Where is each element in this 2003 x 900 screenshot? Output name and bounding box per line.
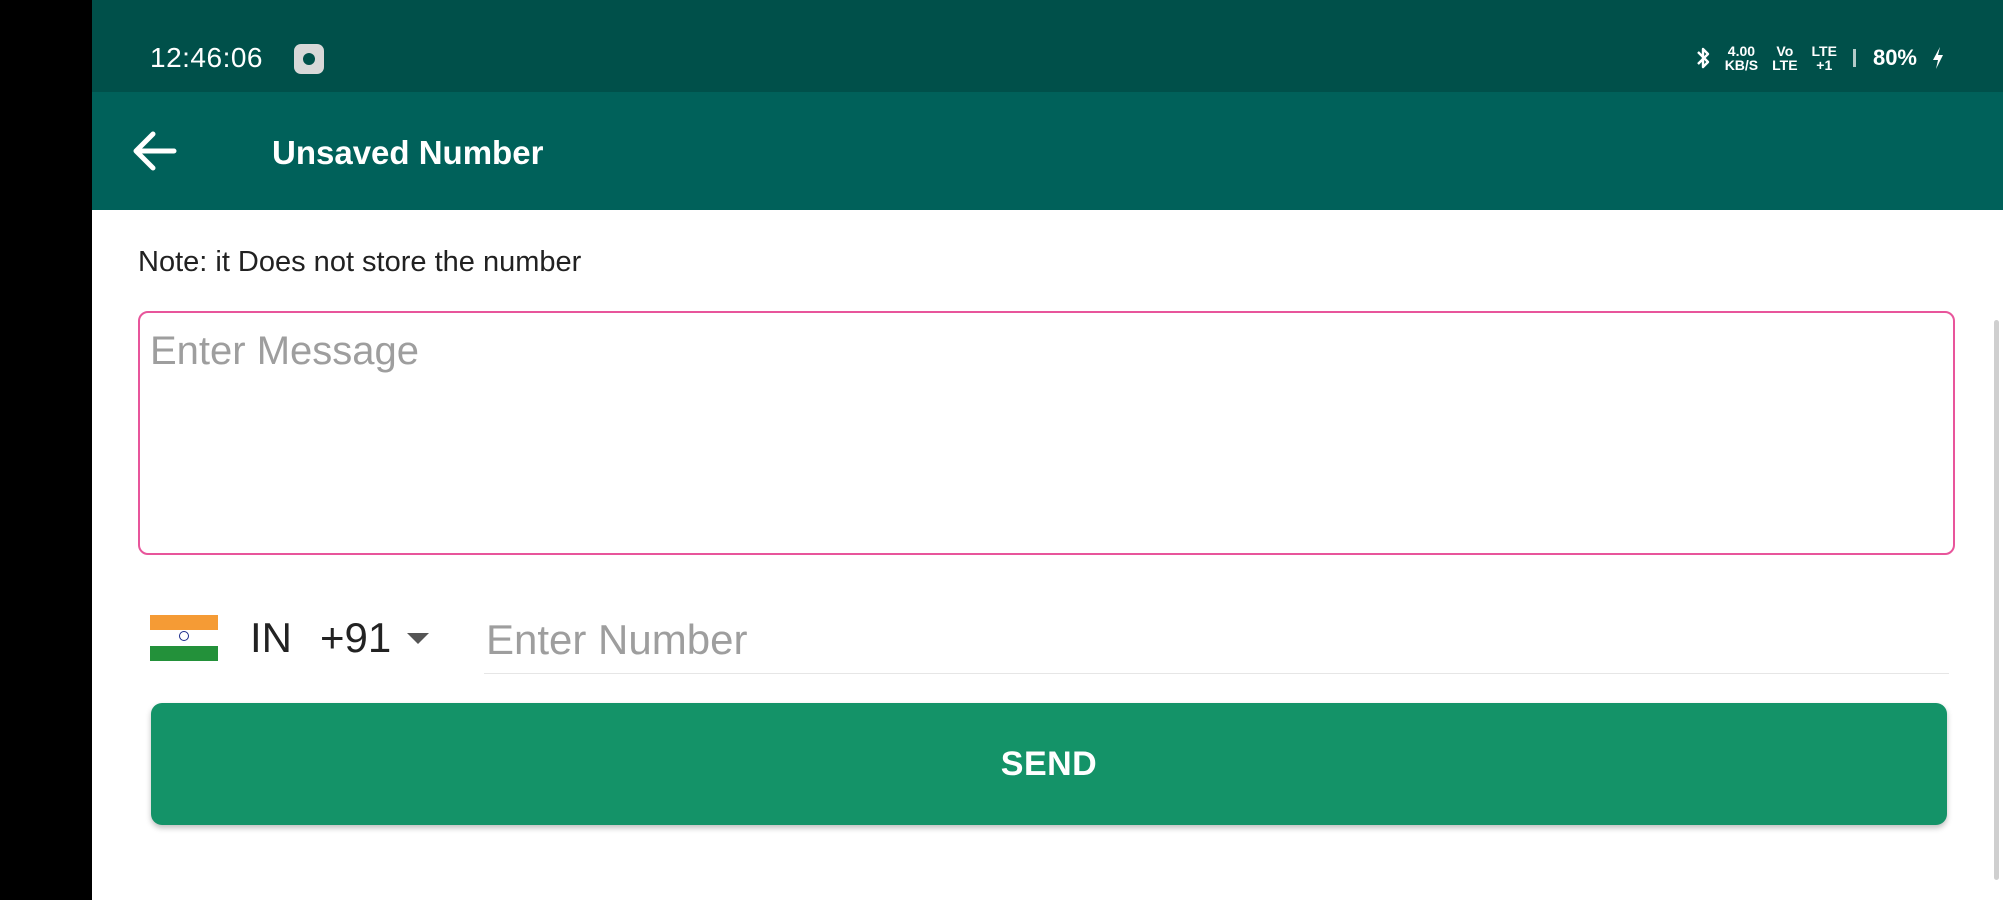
signal-bottom: +1 <box>1816 57 1833 73</box>
back-button[interactable] <box>130 126 180 176</box>
country-code-label: IN <box>250 614 292 661</box>
dial-code-label: +91 <box>320 614 392 661</box>
signal-bars-icon <box>1852 49 1856 67</box>
settings-dot-icon <box>294 44 324 74</box>
page-title: Unsaved Number <box>272 134 544 171</box>
chevron-down-icon <box>407 632 430 644</box>
bluetooth-icon <box>1696 47 1709 69</box>
scrollbar[interactable] <box>1994 320 1999 880</box>
message-input[interactable] <box>138 311 1955 555</box>
send-button[interactable]: SEND <box>151 703 1947 825</box>
volte-bottom: LTE <box>1772 57 1798 73</box>
india-flag-icon <box>150 615 218 661</box>
net-speed-unit: KB/S <box>1724 57 1759 73</box>
lightning-icon <box>1933 47 1943 69</box>
left-black-strip <box>0 0 92 900</box>
status-icons: 4.00 KB/S Vo LTE LTE +1 80% <box>1695 44 1945 72</box>
note-text: Note: it Does not store the number <box>138 246 582 278</box>
volte-indicator: Vo LTE <box>1772 44 1797 72</box>
net-speed: 4.00 KB/S <box>1725 44 1758 72</box>
status-bar: 12:46:06 4.00 KB/S Vo LTE LTE +1 80% <box>92 0 2003 92</box>
country-code-picker[interactable]: IN +91 <box>150 608 430 668</box>
battery-level: 80% <box>1872 45 1917 70</box>
arrow-left-icon <box>133 131 177 171</box>
app-bar: Unsaved Number <box>92 92 2003 210</box>
status-time: 12:46:06 <box>150 42 263 73</box>
phone-number-input[interactable] <box>484 606 1949 674</box>
signal-indicator: LTE +1 <box>1812 44 1837 72</box>
app-screen: 12:46:06 4.00 KB/S Vo LTE LTE +1 80% Uns… <box>92 0 2003 900</box>
